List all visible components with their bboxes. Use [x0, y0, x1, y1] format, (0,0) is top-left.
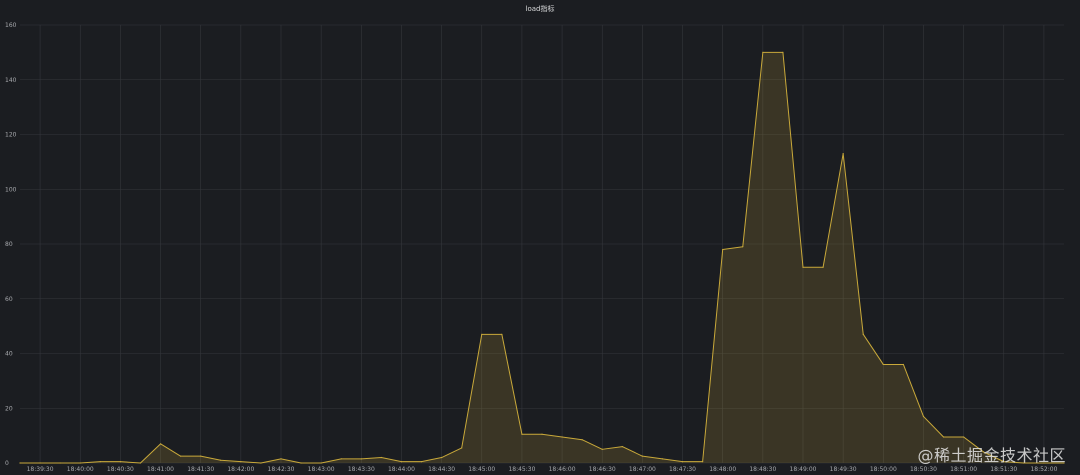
data-point — [521, 433, 523, 435]
data-point — [541, 433, 543, 435]
x-tick-label: 18:42:00 — [227, 466, 254, 473]
data-point — [380, 456, 382, 459]
y-tick-label: 20 — [5, 405, 13, 412]
data-point — [139, 462, 142, 464]
series-area — [20, 52, 1064, 463]
x-tick-label: 18:44:30 — [428, 466, 455, 473]
y-tick-label: 160 — [5, 22, 17, 29]
data-point — [340, 458, 342, 460]
watermark: @稀土掘金技术社区 — [917, 446, 1066, 465]
data-point — [400, 461, 403, 463]
data-point — [862, 333, 864, 335]
data-point — [260, 462, 262, 464]
data-point — [702, 461, 704, 463]
data-point — [501, 333, 503, 335]
y-tick-label: 120 — [5, 132, 17, 139]
data-point — [641, 455, 643, 457]
x-tick-label: 18:48:00 — [709, 466, 736, 473]
data-point — [942, 436, 945, 438]
data-point — [240, 461, 242, 463]
data-point — [802, 266, 804, 268]
x-tick-label: 18:51:30 — [990, 466, 1017, 473]
data-point — [280, 458, 282, 460]
x-tick-label: 18:43:30 — [348, 466, 375, 473]
data-point — [902, 363, 904, 366]
data-point — [681, 461, 684, 463]
data-point — [601, 448, 603, 450]
data-point — [481, 333, 483, 335]
x-tick-label: 18:50:30 — [910, 466, 937, 473]
x-tick-label: 18:52:00 — [1030, 466, 1057, 473]
data-point — [782, 51, 784, 53]
data-point — [742, 246, 744, 248]
x-tick-label: 18:51:00 — [950, 466, 977, 473]
x-tick-label: 18:48:30 — [749, 466, 776, 473]
data-point — [39, 462, 41, 464]
data-point — [561, 436, 563, 438]
data-point — [661, 458, 664, 460]
data-point — [360, 458, 362, 460]
y-tick-label: 40 — [5, 351, 13, 358]
data-point — [320, 462, 322, 464]
data-point — [200, 455, 202, 457]
data-point — [79, 462, 81, 464]
x-tick-label: 18:40:30 — [107, 466, 134, 473]
x-tick-label: 18:39:30 — [27, 466, 54, 473]
x-tick-label: 18:46:00 — [549, 466, 576, 473]
data-point — [461, 447, 463, 449]
x-tick-label: 18:47:00 — [629, 466, 656, 473]
x-tick-label: 18:41:00 — [147, 466, 174, 473]
data-point — [420, 461, 423, 463]
data-point — [722, 248, 724, 251]
x-tick-label: 18:47:30 — [669, 466, 696, 473]
x-tick-label: 18:46:30 — [589, 466, 616, 473]
x-tick-label: 18:42:30 — [268, 466, 295, 473]
data-point — [581, 439, 583, 441]
data-point — [621, 445, 623, 448]
data-point — [59, 462, 61, 464]
data-point — [441, 456, 443, 459]
data-point — [159, 443, 162, 445]
y-tick-label: 140 — [5, 77, 17, 84]
x-tick-label: 18:43:00 — [308, 466, 335, 473]
data-point — [922, 415, 925, 418]
area-chart: 0 20 40 60 80 100 120 140 160 18:39:30 18:40:00 18:… — [5, 22, 1065, 473]
x-tick-label: 18:49:00 — [790, 466, 817, 473]
y-tick-label: 0 — [5, 460, 9, 467]
data-point — [180, 455, 182, 457]
data-point — [822, 266, 824, 268]
x-tick-label: 18:50:00 — [870, 466, 897, 473]
x-tick-label: 18:49:30 — [830, 466, 857, 473]
x-tick-label: 18:45:00 — [468, 466, 495, 473]
chart-panel: load指标 0 20 40 60 80 100 120 140 160 18:39:30 18:4… — [0, 0, 1080, 475]
data-point — [762, 51, 764, 53]
data-point — [882, 363, 884, 366]
x-tick-label: 18:41:30 — [187, 466, 214, 473]
data-point — [99, 461, 101, 463]
x-tick-label: 18:45:30 — [508, 466, 535, 473]
series-layer — [19, 51, 1065, 464]
x-tick-label: 18:44:00 — [388, 466, 415, 473]
x-tick-label: 18:40:00 — [67, 466, 94, 473]
data-point — [19, 462, 21, 464]
y-tick-label: 60 — [5, 296, 13, 303]
y-tick-label: 100 — [5, 186, 17, 193]
data-point — [842, 153, 844, 155]
y-tick-label: 80 — [5, 241, 13, 248]
data-point — [300, 462, 302, 464]
data-point — [963, 436, 965, 438]
data-point — [119, 461, 121, 463]
data-point — [220, 459, 222, 461]
